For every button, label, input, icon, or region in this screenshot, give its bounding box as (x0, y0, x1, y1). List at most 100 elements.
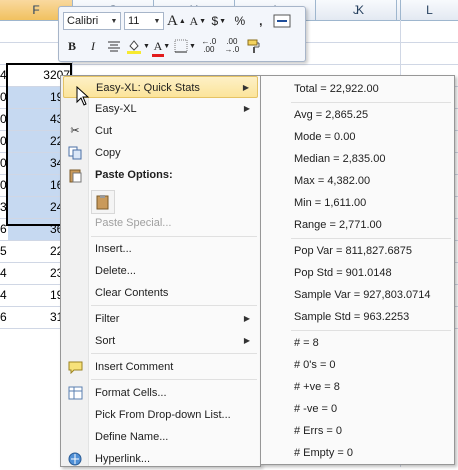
menu-item-easyxl-quick-stats[interactable]: Easy-XL: Quick Stats ▶ (63, 76, 258, 98)
stat-mode[interactable]: Mode = 0.00 (294, 127, 355, 147)
stat-avg[interactable]: Avg = 2,865.25 (294, 105, 368, 125)
font-color-letter: A (153, 38, 163, 53)
scissors-icon: ✂ (70, 125, 80, 137)
italic-icon: I (91, 38, 95, 53)
menu-item-label: Define Name... (95, 431, 169, 443)
menu-separator (291, 238, 451, 239)
column-header-k[interactable]: K (320, 0, 401, 20)
comma-icon: , (259, 14, 263, 28)
mouse-cursor-icon (76, 86, 90, 106)
menu-item-label: Insert... (95, 243, 132, 255)
font-color-swatch (151, 53, 164, 57)
menu-item-format-cells[interactable]: Format Cells... (63, 382, 258, 404)
menu-item-insert[interactable]: Insert... (63, 238, 258, 260)
menu-item-label: Insert Comment (95, 361, 174, 373)
stat-count[interactable]: # = 8 (294, 333, 319, 353)
decrease-decimal-button[interactable]: .00 →.0 (222, 36, 242, 56)
menu-item-paste-options: Paste Options: (63, 164, 258, 186)
format-painter-grid-button[interactable] (273, 11, 291, 31)
clipboard-icon (96, 195, 109, 210)
copy-icon (67, 145, 83, 161)
borders-icon (174, 39, 188, 53)
submenu-arrow-icon: ▶ (242, 83, 249, 92)
align-center-icon (108, 41, 120, 52)
font-name-value: Calibri (67, 15, 99, 27)
font-size-value: 11 (128, 15, 140, 27)
grow-font-button[interactable]: A ▲ (167, 11, 186, 31)
stat-empty[interactable]: # Empty = 0 (294, 443, 353, 463)
menu-item-paste-special: Paste Special... (63, 212, 258, 234)
stat-median[interactable]: Median = 2,835.00 (294, 149, 385, 169)
quick-stats-submenu: Total = 22,922.00 Avg = 2,865.25 Mode = … (260, 75, 455, 465)
grow-font-icon: A (167, 12, 178, 29)
shrink-font-button[interactable]: A ▼ (189, 11, 207, 31)
stat-pop-var[interactable]: Pop Var = 811,827.6875 (294, 241, 412, 261)
hyperlink-icon (67, 451, 83, 467)
comment-icon (67, 359, 83, 375)
menu-item-define-name[interactable]: Define Name... (63, 426, 258, 448)
submenu-arrow-icon: ▶ (243, 336, 250, 345)
menu-item-insert-comment[interactable]: Insert Comment (63, 356, 258, 378)
stat-max[interactable]: Max = 4,382.00 (294, 171, 370, 191)
stat-total[interactable]: Total = 22,922.00 (294, 79, 379, 99)
format-cells-icon (67, 385, 83, 401)
cell-e[interactable]: 4 (0, 284, 7, 306)
bold-button[interactable]: B (63, 36, 81, 56)
comma-style-button[interactable]: , (252, 11, 270, 31)
decrease-decimal-icon: .00 →.0 (224, 37, 240, 54)
menu-item-label: Cut (95, 125, 113, 137)
font-color-button[interactable]: A ▼ (151, 36, 171, 57)
cell-e[interactable]: 6 (0, 306, 7, 328)
menu-item-label: Clear Contents (95, 287, 169, 299)
menu-item-label: Easy-XL (95, 103, 137, 115)
increase-decimal-button[interactable]: ←.0 .00 (199, 36, 219, 56)
fill-color-button[interactable]: ▼ (126, 36, 150, 56)
menu-item-delete[interactable]: Delete... (63, 260, 258, 282)
stat-sample-var[interactable]: Sample Var = 927,803.0714 (294, 285, 430, 305)
italic-button[interactable]: I (84, 36, 102, 56)
cell-e[interactable]: 5 (0, 240, 7, 262)
currency-button[interactable]: $ ▼ (210, 11, 228, 31)
center-align-button[interactable] (105, 36, 123, 56)
menu-item-pick-from-dropdown[interactable]: Pick From Drop-down List... (63, 404, 258, 426)
column-header-l[interactable]: L (401, 0, 458, 20)
stat-errs[interactable]: # Errs = 0 (294, 421, 342, 441)
menu-item-cut[interactable]: ✂ Cut (63, 120, 258, 142)
menu-separator (91, 236, 257, 237)
bold-icon: B (67, 38, 76, 53)
stat-pop-std[interactable]: Pop Std = 901.0148 (294, 263, 392, 283)
menu-item-label: Pick From Drop-down List... (95, 409, 231, 421)
stat-min[interactable]: Min = 1,611.00 (294, 193, 366, 213)
menu-item-label: Paste Options: (95, 169, 173, 181)
menu-item-filter[interactable]: Filter ▶ (63, 308, 258, 330)
menu-item-label: Filter (95, 313, 120, 325)
increase-decimal-icon: ←.0 .00 (201, 37, 217, 54)
stat-zeros[interactable]: # 0's = 0 (294, 355, 336, 375)
mini-toolbar-row-2: B I ▼ A ▼ ▼ ←.0 .00 .00 →.0 (63, 35, 266, 57)
borders-button[interactable]: ▼ (174, 36, 196, 56)
font-size-dropdown[interactable]: 11 ▼ (124, 12, 164, 30)
cell-e[interactable]: 4 (0, 262, 7, 284)
merge-center-icon (273, 14, 291, 28)
menu-item-label: Copy (95, 147, 121, 159)
format-painter-icon (247, 39, 260, 53)
menu-item-easyxl[interactable]: Easy-XL ▶ (63, 98, 258, 120)
percent-icon: % (234, 14, 246, 28)
stat-sample-std[interactable]: Sample Std = 963.2253 (294, 307, 409, 327)
menu-item-clear-contents[interactable]: Clear Contents (63, 282, 258, 304)
format-painter-button[interactable] (245, 36, 263, 56)
font-name-dropdown[interactable]: Calibri ▼ (63, 12, 121, 30)
menu-separator (91, 379, 257, 380)
stat-negative[interactable]: # -ve = 0 (294, 399, 337, 419)
stat-positive[interactable]: # +ve = 8 (294, 377, 340, 397)
submenu-arrow-icon: ▶ (243, 104, 250, 113)
menu-item-label: Paste Special... (95, 217, 172, 229)
menu-item-label: Format Cells... (95, 387, 167, 399)
menu-item-sort[interactable]: Sort ▶ (63, 330, 258, 352)
stat-range[interactable]: Range = 2,771.00 (294, 215, 382, 235)
percent-button[interactable]: % (231, 11, 249, 31)
menu-separator (91, 305, 257, 306)
paste-option-button[interactable] (91, 190, 115, 214)
menu-item-label: Easy-XL: Quick Stats (96, 82, 200, 94)
menu-item-copy[interactable]: Copy (63, 142, 258, 164)
